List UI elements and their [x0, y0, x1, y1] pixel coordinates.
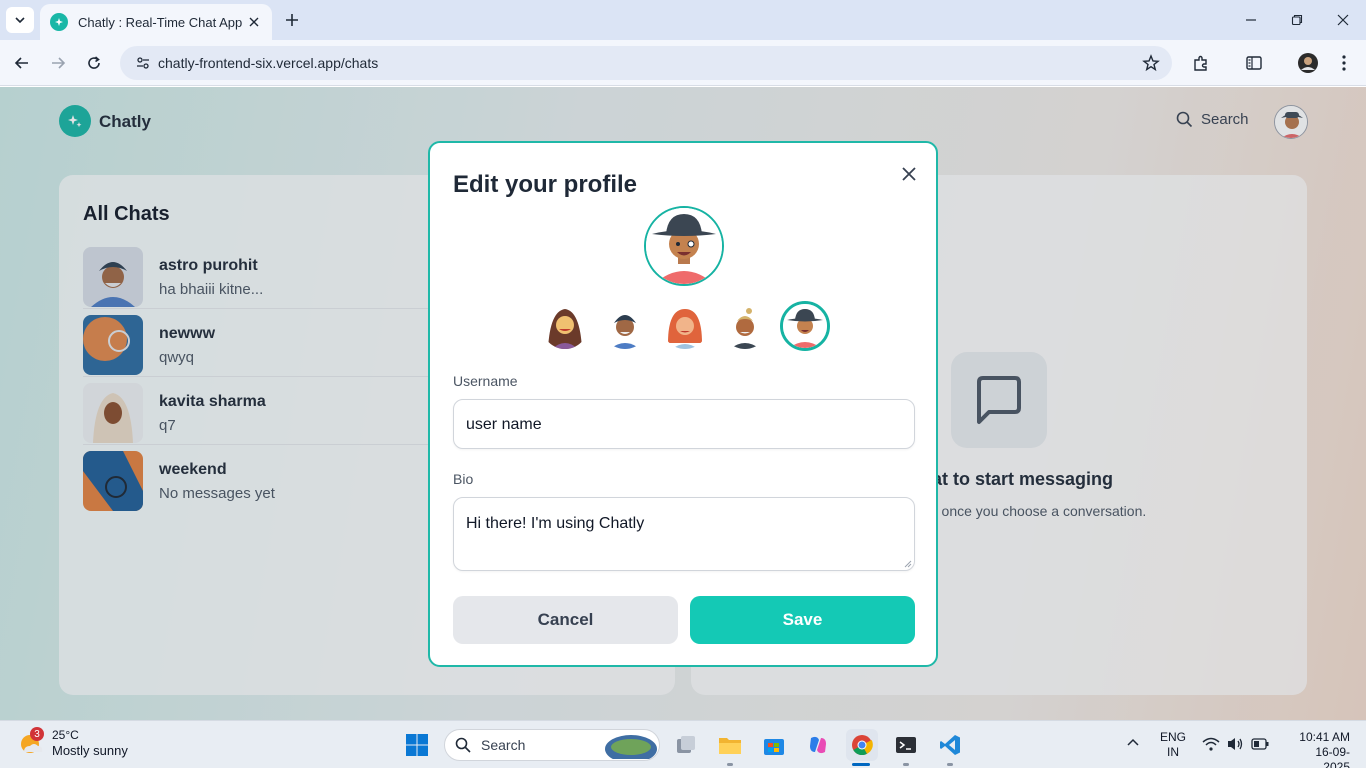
taskbar-search-box[interactable]: Search: [444, 729, 660, 761]
tab-close-icon[interactable]: [246, 14, 262, 30]
extensions-puzzle-icon[interactable]: [1189, 51, 1213, 75]
running-indicator: [903, 763, 909, 766]
restore-icon[interactable]: [1285, 8, 1309, 32]
avatar-option-woman-curly[interactable]: [542, 303, 588, 349]
vscode-icon[interactable]: [934, 729, 966, 761]
search-icon: [455, 737, 471, 753]
modal-title: Edit your profile: [453, 171, 638, 198]
chevron-down-icon: [15, 17, 25, 24]
bio-text: Hi there! I'm using Chatly: [466, 515, 645, 532]
system-clock[interactable]: 10:41 AM 16-09-2025: [1290, 730, 1350, 768]
avatar-option-man-turban[interactable]: [602, 303, 648, 349]
browser-toolbar: chatly-frontend-six.vercel.app/chats: [0, 40, 1366, 86]
weather-temperature: 25°C: [52, 728, 79, 742]
new-tab-plus-icon[interactable]: [280, 8, 304, 32]
back-arrow-icon[interactable]: [10, 51, 34, 75]
clock-time: 10:41 AM: [1299, 730, 1350, 744]
browser-tab-active[interactable]: Chatly : Real-Time Chat App: [40, 4, 272, 40]
reload-icon[interactable]: [82, 51, 106, 75]
bookmark-star-icon[interactable]: [1142, 54, 1160, 77]
chrome-active-indicator: [852, 763, 870, 766]
weather-badge: 3: [30, 727, 44, 741]
forward-arrow-icon[interactable]: [46, 51, 70, 75]
save-button[interactable]: Save: [690, 596, 915, 644]
avatar-option-man-bun[interactable]: [722, 303, 768, 349]
windows-taskbar: 3 25°C Mostly sunny Search ENG IN 10:41 …: [0, 720, 1366, 768]
avatar-option-man-hat-selected[interactable]: [780, 301, 830, 351]
chevron-up-icon[interactable]: [1126, 735, 1140, 749]
search-highlight-globe-icon: [605, 735, 657, 759]
language-indicator[interactable]: ENG IN: [1160, 730, 1186, 760]
username-label: Username: [453, 373, 518, 389]
tab-search-button[interactable]: [6, 7, 34, 33]
bio-textarea[interactable]: Hi there! I'm using Chatly: [453, 497, 915, 571]
task-view-icon[interactable]: [670, 729, 702, 761]
more-menu-icon[interactable]: [1332, 51, 1356, 75]
file-explorer-icon[interactable]: [714, 729, 746, 761]
language-region: IN: [1167, 745, 1179, 759]
microsoft-store-icon[interactable]: [758, 729, 790, 761]
weather-widget[interactable]: 3 25°C Mostly sunny: [18, 727, 128, 758]
username-input[interactable]: user name: [453, 399, 915, 449]
chrome-taskbar-icon[interactable]: [846, 729, 878, 761]
copilot-icon[interactable]: [802, 729, 834, 761]
battery-icon[interactable]: [1251, 737, 1269, 751]
resize-handle-icon[interactable]: [904, 560, 912, 568]
running-indicator: [727, 763, 733, 766]
windows-start-icon[interactable]: [401, 729, 433, 761]
bio-label: Bio: [453, 471, 474, 487]
clock-date: 16-09-2025: [1315, 745, 1350, 768]
tab-title: Chatly : Real-Time Chat App: [78, 14, 243, 30]
running-indicator: [947, 763, 953, 766]
wifi-icon[interactable]: [1202, 736, 1220, 752]
current-avatar: [644, 206, 724, 286]
weather-description: Mostly sunny: [52, 743, 128, 758]
minimize-icon[interactable]: [1239, 8, 1263, 32]
taskbar-search-placeholder: Search: [481, 737, 526, 753]
sun-cloud-icon: 3: [18, 727, 44, 756]
chatly-favicon-icon: [50, 13, 68, 31]
address-bar[interactable]: chatly-frontend-six.vercel.app/chats: [120, 46, 1172, 80]
window-close-icon[interactable]: [1331, 8, 1355, 32]
side-panel-icon[interactable]: [1242, 51, 1266, 75]
url-text: chatly-frontend-six.vercel.app/chats: [158, 55, 379, 71]
profile-avatar-icon[interactable]: [1296, 51, 1320, 75]
site-info-icon[interactable]: [134, 54, 152, 72]
volume-icon[interactable]: [1226, 736, 1244, 752]
terminal-icon[interactable]: [890, 729, 922, 761]
browser-tab-bar: Chatly : Real-Time Chat App: [0, 0, 1366, 40]
language-code: ENG: [1160, 730, 1187, 744]
close-icon[interactable]: [898, 163, 920, 185]
cancel-button[interactable]: Cancel: [453, 596, 678, 644]
edit-profile-modal: Edit your profile Username user name Bio…: [428, 141, 938, 667]
avatar-option-woman-red-hair[interactable]: [662, 303, 708, 349]
